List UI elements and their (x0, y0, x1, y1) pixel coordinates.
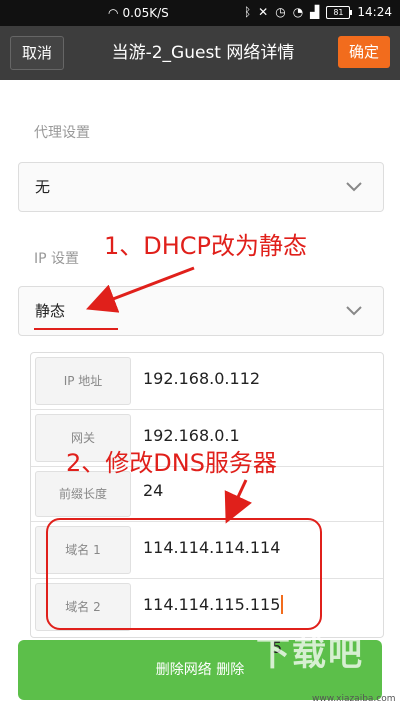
static-underline-annotation (34, 328, 118, 330)
ip-address-input[interactable]: 192.168.0.112 (143, 369, 260, 388)
watermark-logo: 下载吧 (256, 634, 364, 674)
network-details-form: 代理设置 无 IP 设置 静态 IP 地址 192.168.0.112 网关 1… (0, 80, 400, 710)
clock: 14:24 (357, 5, 392, 19)
cell-signal-icon: ▟ (310, 5, 320, 19)
watermark-url: www.xiazaiba.com (312, 694, 396, 704)
mute-icon: ✕ (258, 5, 269, 19)
chevron-down-icon (346, 182, 362, 192)
wifi-signal-icon: ◠ (108, 6, 119, 20)
prefix-length-input[interactable]: 24 (143, 481, 163, 500)
step2-annotation: 2、修改DNS服务器 (66, 449, 277, 477)
dns-highlight-box (46, 518, 322, 630)
status-bar: ◠ 0.05K/S ᛒ ✕ ◷ ◔ ▟ 81 14:24 (0, 0, 400, 26)
step1-annotation: 1、DHCP改为静态 (104, 232, 308, 260)
status-left: ◠ 0.05K/S (108, 5, 169, 21)
wifi-icon: ◔ (292, 5, 304, 19)
page-title: 当游-2_Guest 网络详情 (111, 43, 295, 63)
battery-icon: 81 (326, 5, 353, 19)
cancel-button[interactable]: 取消 (10, 36, 64, 70)
confirm-button[interactable]: 确定 (338, 36, 390, 68)
title-bar: 取消 当游-2_Guest 网络详情 确定 (0, 26, 400, 80)
chevron-down-icon (346, 306, 362, 316)
bluetooth-icon: ᛒ (243, 5, 252, 19)
ip-settings-label: IP 设置 (34, 251, 80, 267)
proxy-value: 无 (35, 178, 51, 196)
proxy-settings-label: 代理设置 (34, 125, 90, 141)
field-row-ip[interactable]: IP 地址 192.168.0.112 (31, 353, 383, 410)
alarm-icon: ◷ (275, 5, 286, 19)
field-label: IP 地址 (35, 357, 131, 405)
status-right: ᛒ ✕ ◷ ◔ ▟ 81 14:24 (244, 4, 392, 20)
proxy-dropdown[interactable]: 无 (18, 162, 384, 212)
network-speed: 0.05K/S (122, 6, 169, 20)
